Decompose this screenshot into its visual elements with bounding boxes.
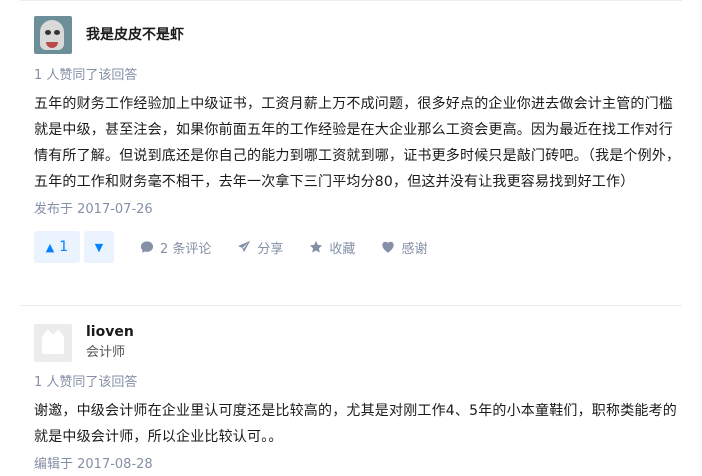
answer-divider <box>20 305 682 306</box>
favorite-label: 收藏 <box>329 241 356 257</box>
author-name[interactable]: 我是皮皮不是虾 <box>86 25 184 45</box>
star-icon <box>310 240 323 253</box>
comment-button[interactable]: 2 条评论 <box>140 238 211 257</box>
answer-actions: ▲ 1 ▼ 2 条评论 分享 收藏 感谢 <box>34 231 682 263</box>
top-divider <box>20 0 682 1</box>
author-block: lioven 会计师 <box>34 322 682 363</box>
author-info: lioven 会计师 <box>86 322 134 363</box>
comment-count: 2 条评论 <box>160 241 212 257</box>
triangle-down-icon: ▼ <box>94 240 104 254</box>
author-info: 我是皮皮不是虾 <box>86 25 184 45</box>
vote-summary: 1 人赞同了该回答 <box>34 375 138 390</box>
share-button[interactable]: 分享 <box>237 238 283 257</box>
comment-bubble-icon <box>140 241 154 253</box>
answer-item: 我是皮皮不是虾 1 人赞同了该回答 五年的财务工作经验加上中级证书，工资月薪上万… <box>34 16 682 263</box>
author-block: 我是皮皮不是虾 <box>34 16 682 54</box>
edit-date[interactable]: 编辑于 2017-08-28 <box>34 456 682 474</box>
avatar[interactable] <box>34 16 72 54</box>
answer-content: 谢邀，中级会计师在企业里认可度还是比较高的，尤其是对刚工作4、5年的小本童鞋们，… <box>34 403 678 445</box>
downvote-button[interactable]: ▼ <box>84 231 114 263</box>
upvote-button[interactable]: ▲ 1 <box>34 231 80 263</box>
author-name[interactable]: lioven <box>86 322 134 342</box>
favorite-button[interactable]: 收藏 <box>309 238 355 257</box>
author-title: 会计师 <box>86 345 126 360</box>
share-label: 分享 <box>257 241 284 257</box>
answer-content: 五年的财务工作经验加上中级证书，工资月薪上万不成问题，很多好点的企业你进去做会计… <box>34 96 681 190</box>
thanks-button[interactable]: 感谢 <box>381 238 427 257</box>
thanks-label: 感谢 <box>401 241 428 257</box>
vote-count: 1 <box>59 239 69 255</box>
vote-summary: 1 人赞同了该回答 <box>34 68 138 83</box>
triangle-up-icon: ▲ <box>45 240 55 254</box>
avatar[interactable] <box>34 323 72 362</box>
paper-plane-icon <box>238 240 251 253</box>
publish-date[interactable]: 发布于 2017-07-26 <box>34 201 682 219</box>
answer-item: lioven 会计师 1 人赞同了该回答 谢邀，中级会计师在企业里认可度还是比较… <box>34 322 682 474</box>
heart-icon <box>382 241 395 253</box>
